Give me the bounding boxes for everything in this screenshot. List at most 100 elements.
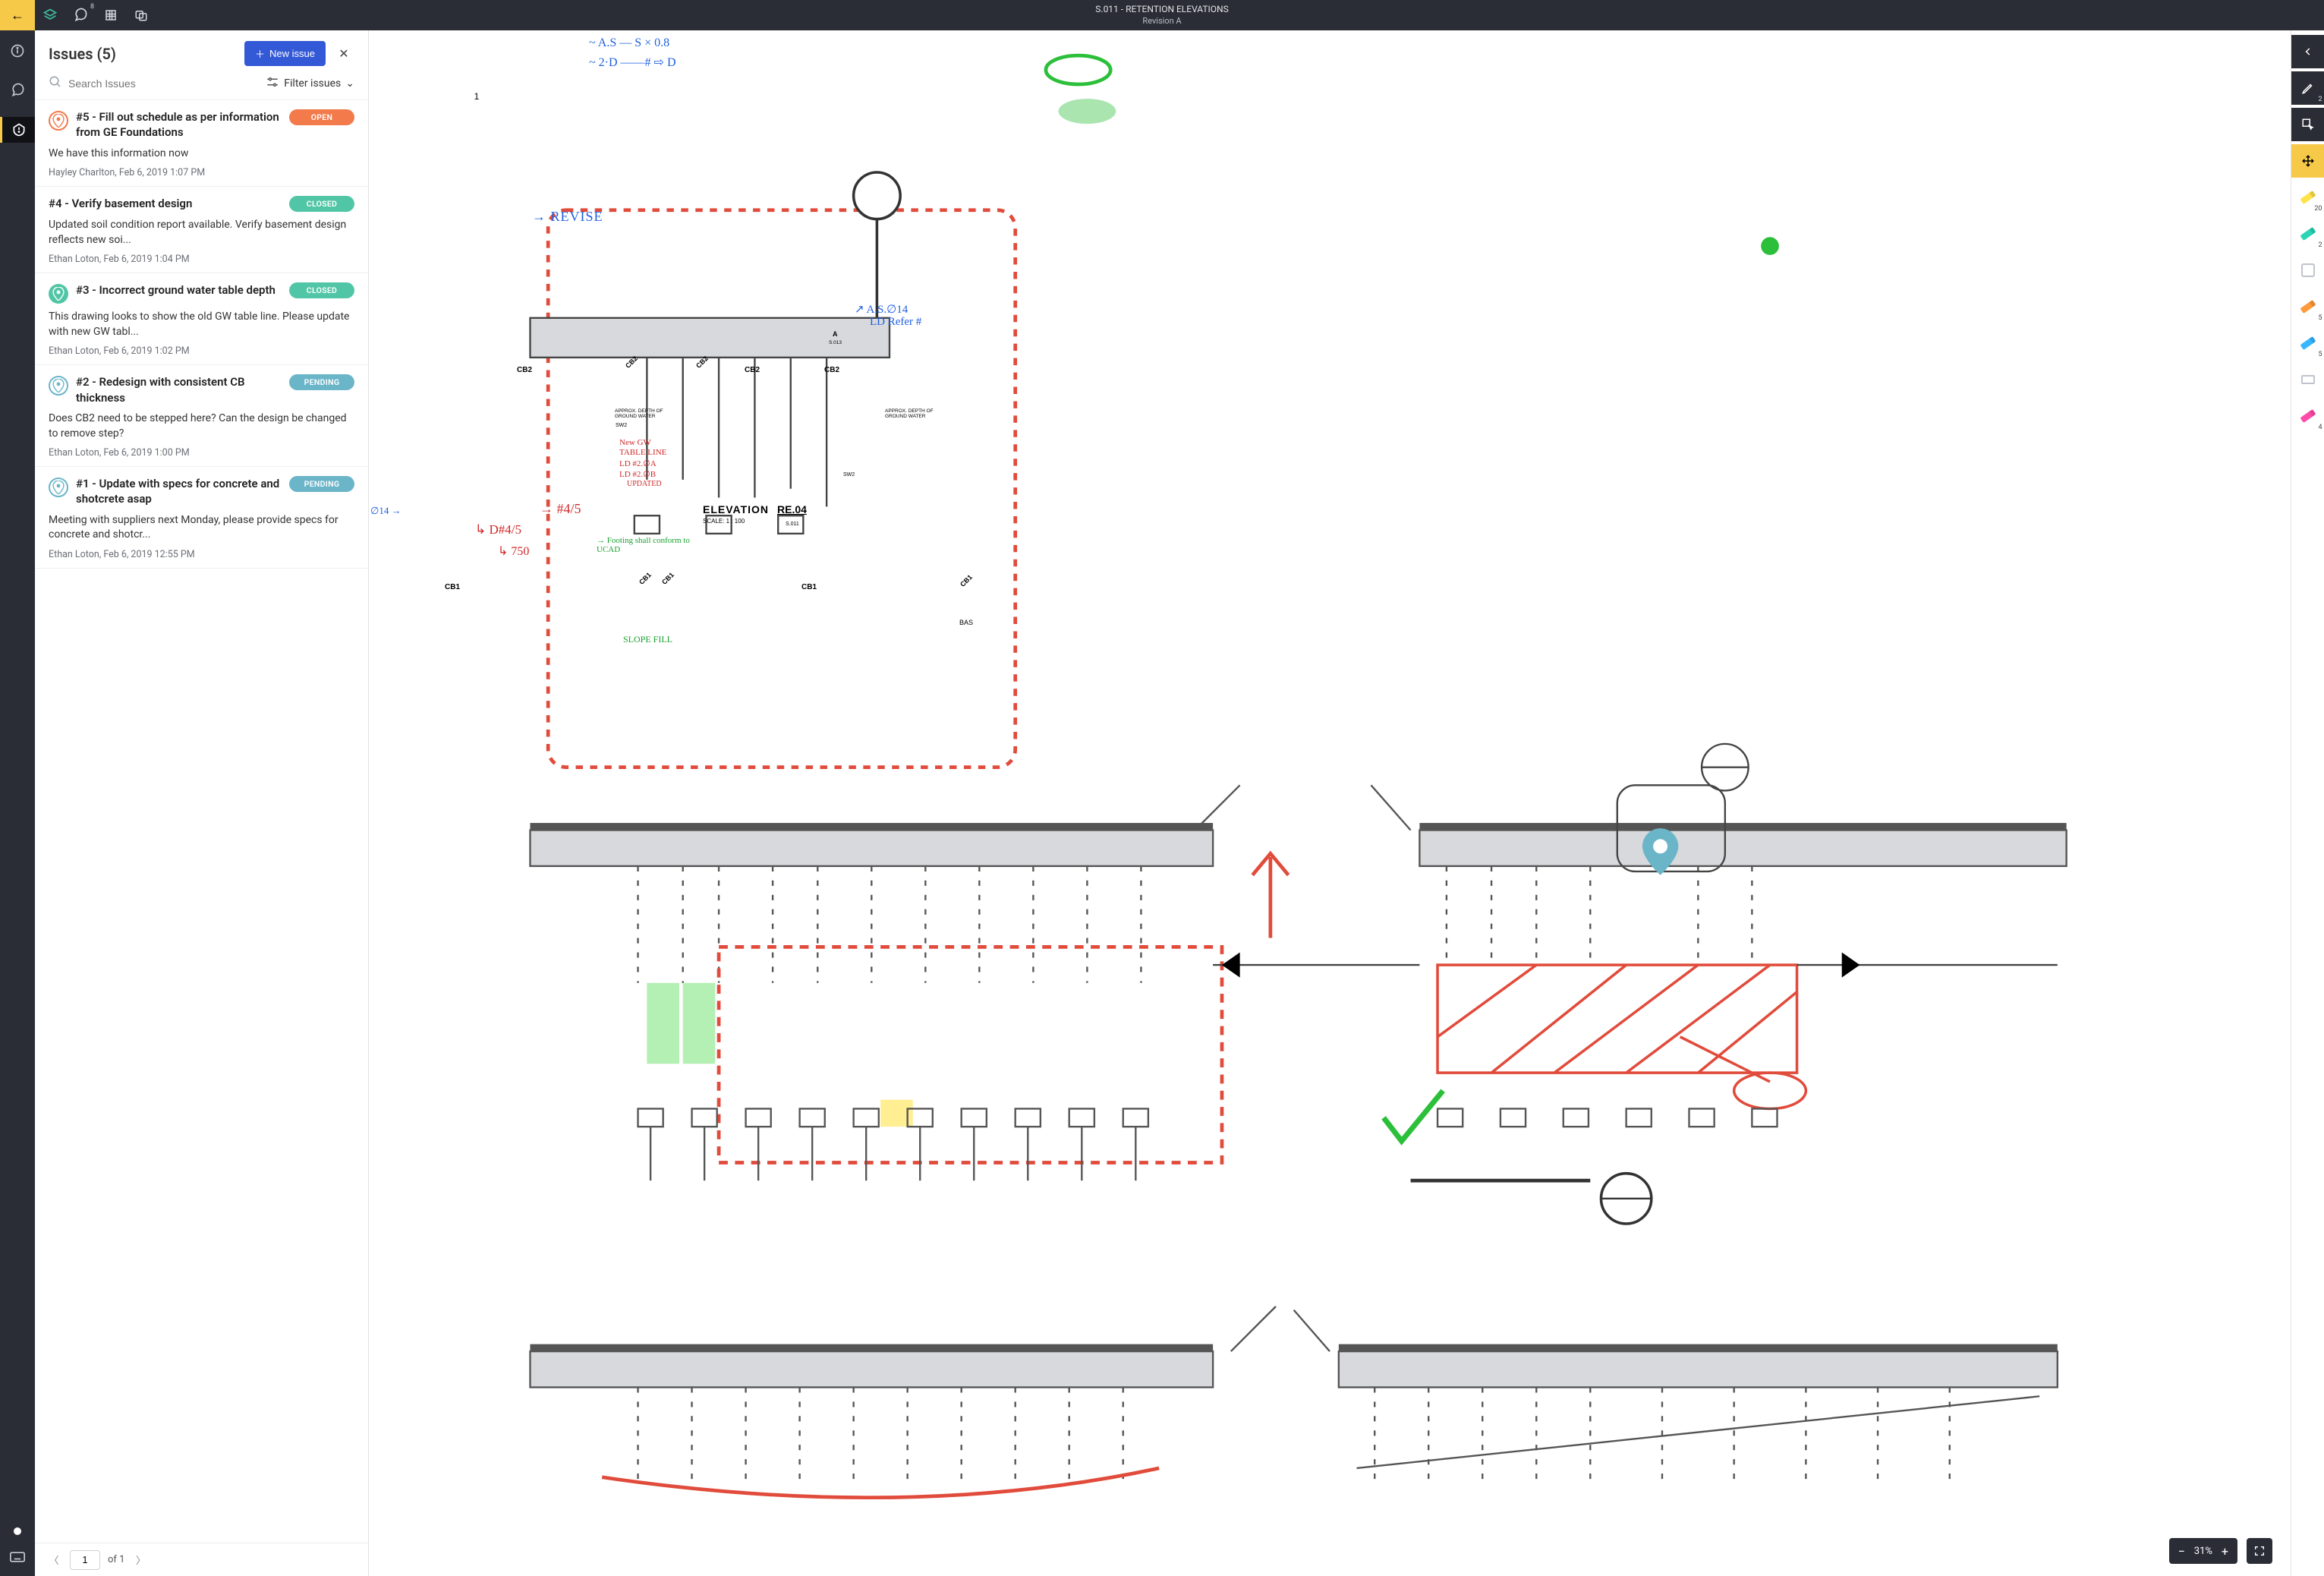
- elevation-title: ELEVATION: [703, 503, 769, 515]
- status-badge: PENDING: [289, 476, 354, 492]
- annot-hash45: → #4/5: [540, 501, 581, 517]
- compare-icon[interactable]: [126, 0, 156, 30]
- chat-icon[interactable]: 8: [65, 0, 96, 30]
- issue-item[interactable]: #3 - Incorrect ground water table depth C…: [35, 273, 368, 365]
- collapse-rail-button[interactable]: [2291, 35, 2324, 68]
- zoom-out-button[interactable]: −: [2178, 1544, 2185, 1559]
- annot-gw3: LD #2.∅A: [619, 459, 657, 468]
- page-input[interactable]: [70, 1550, 100, 1570]
- grid-bubble-1: 1: [474, 91, 480, 102]
- gw-label-2: APPROX. DEPTH OF GROUND WATER: [885, 408, 946, 419]
- annot-gw4: LD #2.∅B: [619, 469, 656, 479]
- callout-sheet: S.013: [829, 340, 842, 345]
- status-badge: CLOSED: [289, 282, 354, 298]
- annot-phi14: ∅14 →: [370, 505, 402, 517]
- cb1-label-1: CB1: [445, 583, 460, 591]
- marker-blue[interactable]: 5: [2291, 326, 2324, 360]
- issue-meta: Hayley CharltonFeb 6, 2019 1:07 PM: [49, 167, 354, 178]
- new-issue-button[interactable]: ＋ New issue: [244, 41, 326, 66]
- issues-tab-icon[interactable]: [0, 117, 35, 143]
- annot-as14: ↗ A.S.∅14: [855, 302, 908, 317]
- annot-gw2: TABLE LINE: [619, 448, 666, 457]
- keyboard-icon[interactable]: [10, 1551, 25, 1565]
- filter-issues-button[interactable]: Filter issues ⌄: [266, 76, 354, 91]
- elevation-sheet: S.011: [786, 522, 799, 527]
- chevron-down-icon: ⌄: [345, 77, 354, 90]
- cb2-label-2: CB2: [745, 366, 760, 374]
- bas-label: BAS: [959, 619, 973, 626]
- marker-yellow[interactable]: 20: [2291, 181, 2324, 214]
- sw2-label-1: SW2: [616, 423, 627, 428]
- sw2-label-2: SW2: [843, 472, 855, 478]
- marker-pink[interactable]: 4: [2291, 399, 2324, 433]
- annot-revise: → REVISE: [532, 209, 603, 225]
- issue-list: #5 - Fill out schedule as per informatio…: [35, 100, 368, 1543]
- stamp-tool[interactable]: [2291, 254, 2324, 287]
- issues-title: Issues (5): [49, 45, 244, 63]
- pin-icon: [49, 376, 68, 396]
- issue-description: Meeting with suppliers next Monday, plea…: [49, 513, 354, 543]
- info-icon[interactable]: [0, 38, 35, 64]
- elevation-scale: SCALE: 1 : 100: [703, 518, 745, 525]
- pin-icon: [49, 284, 68, 304]
- pin-icon: [49, 478, 68, 497]
- chat-badge: 8: [90, 3, 94, 11]
- layers-icon[interactable]: [35, 0, 65, 30]
- issue-description: Does CB2 need to be stepped here? Can th…: [49, 411, 354, 441]
- issue-item[interactable]: #4 - Verify basement designCLOSEDUpdated…: [35, 187, 368, 273]
- eraser-tool[interactable]: [2291, 363, 2324, 396]
- search-input[interactable]: [68, 77, 258, 90]
- pin-icon: [49, 111, 68, 131]
- prev-page-button[interactable]: 〈: [46, 1552, 62, 1567]
- comment-icon[interactable]: [0, 77, 35, 103]
- left-rail: [0, 30, 35, 1576]
- issues-panel: Issues (5) ＋ New issue ✕: [35, 30, 369, 1576]
- annot-d45: ↳ D#4/5: [475, 522, 521, 537]
- issue-meta: Ethan LotonFeb 6, 2019 1:04 PM: [49, 254, 354, 265]
- status-dot: [14, 1527, 21, 1535]
- issue-title: #2 - Redesign with consistent CB thickne…: [76, 374, 282, 405]
- issue-title: #5 - Fill out schedule as per informatio…: [76, 109, 282, 140]
- annot-750: ↳ 750: [498, 544, 529, 559]
- next-page-button[interactable]: 〉: [132, 1552, 149, 1567]
- issue-item[interactable]: #5 - Fill out schedule as per informatio…: [35, 100, 368, 187]
- grid-icon[interactable]: [96, 0, 126, 30]
- annot-slope: SLOPE FILL: [623, 635, 672, 645]
- close-panel-icon[interactable]: ✕: [333, 46, 354, 61]
- pan-tool[interactable]: [2291, 144, 2324, 178]
- annot-gw5: UPDATED: [627, 480, 662, 488]
- page-of-label: of 1: [108, 1554, 124, 1565]
- elevation-code: RE.04: [777, 503, 807, 515]
- plus-icon: ＋: [255, 46, 265, 61]
- cb2-label-3: CB2: [824, 366, 839, 374]
- status-badge: PENDING: [289, 374, 354, 390]
- fullscreen-button[interactable]: [2247, 1538, 2272, 1564]
- pencil-tool[interactable]: 2: [2291, 71, 2324, 105]
- right-rail: 2 20 2 5 5 4: [2291, 30, 2324, 1576]
- drawing-canvas[interactable]: 1 CB2 CB2 CB2 CB2 CB2 SW2 SW2 APPROX. DE…: [369, 30, 2291, 1576]
- issue-description: We have this information now: [49, 147, 354, 162]
- annot-footing: → Footing shall conform to UCAD: [597, 536, 695, 554]
- marker-orange[interactable]: 5: [2291, 290, 2324, 323]
- issue-item[interactable]: #1 - Update with specs for concrete and …: [35, 467, 368, 569]
- issue-description: This drawing looks to show the old GW ta…: [49, 310, 354, 339]
- issue-title: #3 - Incorrect ground water table depth: [76, 282, 282, 298]
- back-button[interactable]: ←: [0, 0, 35, 30]
- search-icon: [49, 75, 62, 92]
- issue-title: #1 - Update with specs for concrete and …: [76, 476, 282, 507]
- gw-label-1: APPROX. DEPTH OF GROUND WATER: [615, 408, 675, 419]
- document-title: S.011 - RETENTION ELEVATIONS Revision A: [1095, 4, 1228, 27]
- issue-item[interactable]: #2 - Redesign with consistent CB thickne…: [35, 365, 368, 467]
- issue-title: #4 - Verify basement design: [49, 196, 282, 211]
- pager: 〈 of 1 〉: [35, 1543, 368, 1576]
- cb2-label-1: CB2: [517, 366, 532, 374]
- issue-meta: Ethan LotonFeb 6, 2019 12:55 PM: [49, 549, 354, 560]
- sliders-icon: [266, 76, 279, 91]
- status-badge: OPEN: [289, 109, 354, 125]
- select-tool[interactable]: [2291, 108, 2324, 141]
- zoom-in-button[interactable]: +: [2222, 1544, 2228, 1559]
- status-badge: CLOSED: [289, 196, 354, 212]
- issue-meta: Ethan LotonFeb 6, 2019 1:02 PM: [49, 345, 354, 357]
- marker-teal[interactable]: 2: [2291, 217, 2324, 251]
- annot-top1: ~ A.S — S × 0.8: [589, 36, 669, 50]
